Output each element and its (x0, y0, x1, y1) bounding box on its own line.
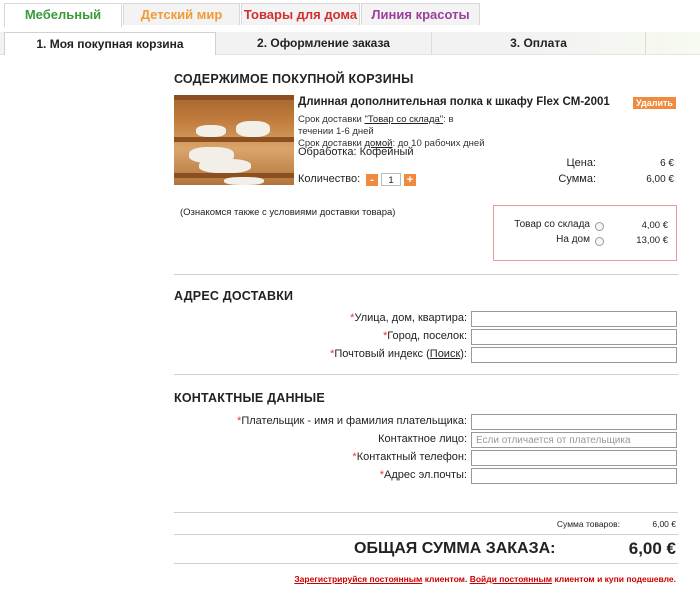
email-input[interactable] (471, 468, 677, 484)
step-checkout[interactable]: 2. Оформление заказа (216, 32, 432, 54)
delivery-options: Товар со склада 4,00 € На дом 13,00 € (493, 205, 677, 261)
street-label: *Улица, дом, квартира: (350, 312, 467, 324)
tab-kids-world-label: Детский мир (140, 7, 223, 22)
email-label: *Адрес эл.почты: (379, 469, 467, 481)
step-cart[interactable]: 1. Моя покупная корзина (4, 32, 216, 55)
goods-sum-label: Сумма товаров: (556, 519, 620, 529)
sum-label: Сумма: (558, 173, 596, 185)
tab-home-goods[interactable]: Товары для дома (241, 3, 360, 25)
phone-input[interactable] (471, 450, 677, 466)
divider (174, 374, 678, 375)
quantity-input[interactable]: 1 (381, 173, 401, 186)
finish-value: Кофейный (359, 146, 414, 158)
delete-button[interactable]: Удалить (633, 97, 676, 109)
tab-beauty-line-label: Линия красоты (371, 7, 470, 22)
goods-sum-value: 6,00 € (652, 519, 676, 529)
order-total-value: 6,00 € (628, 539, 676, 558)
phone-label: *Контактный телефон: (352, 451, 467, 463)
finish-label: Обработка: (298, 146, 357, 158)
city-label: *Город, поселок: (383, 330, 467, 342)
divider (174, 534, 678, 535)
price-label: Цена: (566, 157, 596, 169)
step-payment[interactable]: 3. Оплата (432, 32, 646, 54)
delivery-option-stock-price: 4,00 € (641, 220, 668, 231)
delivery-info: Срок доставки "Товар со склада": в течен… (298, 114, 498, 150)
register-link[interactable]: Зарегистрируйся постоянным (294, 574, 422, 584)
sum-value: 6,00 € (646, 174, 674, 185)
login-link[interactable]: Войди постоянным (470, 574, 552, 584)
delivery-option-stock-radio[interactable] (595, 222, 604, 231)
postal-code-input[interactable] (471, 347, 677, 363)
delivery-option-home-price: 13,00 € (636, 235, 668, 246)
footer-note: Зарегистрируйся постоянным клиентом. Вой… (294, 574, 676, 584)
finish-row: Обработка: Кофейный (298, 146, 414, 158)
address-title: АДРЕС ДОСТАВКИ (174, 289, 294, 303)
delivery-option-home-label: На дом (556, 234, 590, 245)
payer-input[interactable] (471, 414, 677, 430)
postal-code-label: *Почтовый индекс (Поиск): (330, 348, 467, 360)
delivery-stock-suffix: : в (443, 114, 454, 125)
category-tabs: Мебельный Детский мир Товары для дома Ли… (0, 0, 700, 27)
step-payment-label: 3. Оплата (510, 36, 567, 50)
city-input[interactable] (471, 329, 677, 345)
divider (174, 512, 678, 513)
product-name[interactable]: Длинная дополнительная полка к шкафу Fle… (298, 96, 610, 108)
divider (174, 274, 678, 275)
step-cart-label: 1. Моя покупная корзина (36, 37, 184, 51)
quantity-plus-button[interactable]: + (404, 174, 416, 186)
street-input[interactable] (471, 311, 677, 327)
divider (174, 563, 678, 564)
price-value: 6 € (660, 158, 674, 169)
tab-home-goods-label: Товары для дома (243, 7, 358, 22)
payer-label: *Плательщик - имя и фамилия плательщика: (237, 415, 467, 427)
tab-kids-world[interactable]: Детский мир (123, 3, 240, 25)
delivery-option-stock-label: Товар со склада (514, 219, 590, 230)
quantity-label: Количество: (298, 173, 361, 185)
postal-search-link[interactable]: Поиск (430, 348, 460, 360)
delivery-stock-prefix: Срок доставки (298, 114, 362, 125)
product-image (174, 95, 294, 185)
tab-beauty-line[interactable]: Линия красоты (361, 3, 480, 25)
stock-delivery-link[interactable]: "Товар со склада" (364, 114, 443, 125)
quantity-minus-button[interactable]: - (366, 174, 378, 186)
contact-person-label: Контактное лицо: (378, 433, 467, 445)
order-total-label: ОБЩАЯ СУММА ЗАКАЗА: (354, 540, 556, 557)
contacts-title: КОНТАКТНЫЕ ДАННЫЕ (174, 391, 325, 405)
step-checkout-label: 2. Оформление заказа (257, 36, 390, 50)
tab-furniture-label: Мебельный (24, 7, 102, 22)
tab-furniture[interactable]: Мебельный (4, 3, 122, 27)
checkout-steps: 1. Моя покупная корзина 2. Оформление за… (0, 32, 700, 55)
delivery-terms-note: (Ознакомся также с условиями доставки то… (180, 207, 396, 218)
delivery-stock-days: течении 1-6 дней (298, 126, 374, 137)
delivery-option-home-radio[interactable] (595, 237, 604, 246)
cart-title: СОДЕРЖИМОЕ ПОКУПНОЙ КОРЗИНЫ (174, 72, 414, 86)
contact-person-input[interactable]: Если отличается от плательщика (471, 432, 677, 448)
